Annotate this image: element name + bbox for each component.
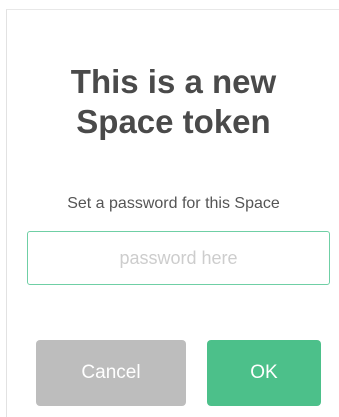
password-prompt-label: Set a password for this Space — [67, 195, 280, 212]
ok-button[interactable]: OK — [207, 340, 321, 406]
dialog-title: This is a new Space token — [7, 62, 339, 142]
new-space-token-dialog: This is a new Space token Set a password… — [6, 9, 339, 417]
dialog-title-line-1: This is a new — [70, 63, 277, 100]
password-input[interactable] — [27, 231, 330, 285]
dialog-title-line-2: Space token — [76, 103, 271, 140]
cancel-button[interactable]: Cancel — [36, 340, 186, 406]
